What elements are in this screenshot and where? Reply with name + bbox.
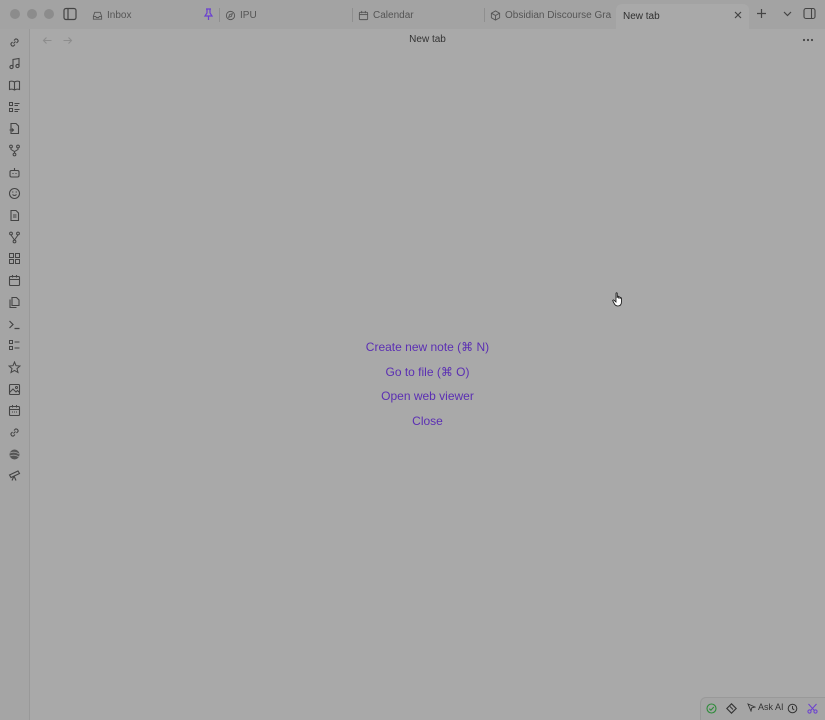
tab-separator	[219, 8, 220, 22]
tab-bar: Inbox IPU Calendar Obsidian Discourse Gr…	[0, 0, 825, 29]
branch-icon[interactable]	[8, 231, 21, 244]
terminal-icon[interactable]	[8, 318, 21, 331]
calendar-icon[interactable]	[8, 274, 21, 287]
checklist-icon[interactable]	[8, 339, 21, 352]
robot-icon[interactable]	[8, 166, 21, 179]
link-icon[interactable]	[8, 36, 21, 49]
git-fork-icon[interactable]	[8, 144, 21, 157]
ask-ai-label: Ask AI	[758, 702, 784, 712]
image-icon[interactable]	[8, 383, 21, 396]
main-pane: New tab Create new note (⌘ N) Go to file…	[30, 29, 825, 720]
status-bar: Ask AI	[700, 697, 825, 720]
calendar-icon	[358, 10, 369, 20]
globe-icon[interactable]	[8, 448, 21, 461]
list-icon[interactable]	[8, 101, 21, 114]
close-link[interactable]: Close	[412, 409, 443, 434]
new-tab-icon[interactable]	[755, 7, 768, 20]
tab-ipu[interactable]: IPU	[225, 4, 345, 26]
music-icon[interactable]	[8, 57, 21, 70]
file-text-icon[interactable]	[8, 209, 21, 222]
tab-obsidian-discourse[interactable]: Obsidian Discourse Gra...	[490, 4, 612, 26]
file-swap-icon[interactable]	[8, 122, 21, 135]
tab-calendar[interactable]: Calendar	[358, 4, 478, 26]
clock-icon[interactable]	[787, 703, 798, 714]
cursor-arrow-icon	[747, 702, 756, 712]
zoom-window-button[interactable]	[44, 9, 54, 19]
grid-icon[interactable]	[8, 252, 21, 265]
inbox-icon	[92, 11, 103, 20]
app-window: Inbox IPU Calendar Obsidian Discourse Gr…	[0, 0, 825, 720]
right-sidebar-toggle-icon[interactable]	[803, 7, 816, 20]
empty-state-actions: Create new note (⌘ N) Go to file (⌘ O) O…	[30, 335, 825, 433]
link-icon[interactable]	[8, 426, 21, 439]
page-title: New tab	[409, 34, 446, 45]
star-icon[interactable]	[8, 361, 21, 374]
tab-label: Obsidian Discourse Gra...	[505, 9, 612, 21]
tab-label: Calendar	[373, 9, 414, 21]
tab-separator	[484, 8, 485, 22]
book-icon[interactable]	[8, 79, 21, 92]
open-web-viewer-link[interactable]: Open web viewer	[381, 384, 474, 409]
close-window-button[interactable]	[10, 9, 20, 19]
tab-new-tab[interactable]: New tab	[616, 4, 749, 29]
telescope-icon[interactable]	[8, 469, 21, 482]
smiley-icon[interactable]	[8, 187, 21, 200]
chevron-down-icon[interactable]	[781, 7, 794, 20]
tab-label: New tab	[623, 11, 660, 22]
ask-ai-button[interactable]: Ask AI	[747, 702, 784, 712]
more-options-icon[interactable]	[801, 35, 815, 45]
calendar-days-icon[interactable]	[8, 404, 21, 417]
minimize-window-button[interactable]	[27, 9, 37, 19]
pin-icon[interactable]	[203, 8, 214, 21]
tab-separator	[352, 8, 353, 22]
files-icon[interactable]	[8, 296, 21, 309]
cube-icon	[490, 9, 501, 21]
tab-inbox[interactable]: Inbox	[92, 4, 197, 26]
tab-label: Inbox	[107, 9, 132, 21]
sync-check-icon[interactable]	[706, 703, 717, 714]
ribbon	[0, 29, 30, 720]
tab-label: IPU	[240, 9, 257, 21]
compass-icon	[225, 10, 236, 20]
go-to-file-link[interactable]: Go to file (⌘ O)	[385, 360, 469, 385]
sidebar-toggle-icon[interactable]	[63, 7, 77, 21]
create-new-note-link[interactable]: Create new note (⌘ N)	[366, 335, 489, 360]
close-tab-icon[interactable]	[733, 10, 743, 20]
scissors-icon[interactable]	[807, 703, 818, 714]
git-diamond-icon[interactable]	[726, 703, 737, 714]
hand-cursor-icon	[612, 292, 622, 307]
window-controls	[10, 9, 54, 19]
